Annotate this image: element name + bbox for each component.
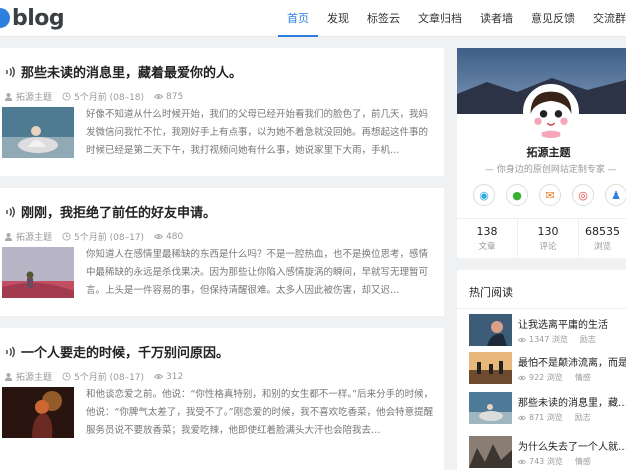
main-nav: 首页 发现 标签云 文章归档 读者墙 意见反馈 交流群 [278, 0, 626, 37]
popular-thumbnail[interactable] [469, 392, 512, 424]
profile-name[interactable]: 拓源主题 [457, 144, 626, 160]
avatar[interactable] [523, 84, 579, 140]
popular-reading-widget: 热门阅读 让我选离平庸的生活 1347 浏览 励志 最怕不是颠沛流离，而是… 92… [457, 270, 626, 470]
nav-home[interactable]: 首页 [278, 0, 318, 37]
article-excerpt: 好像不知道从什么时候开始，我们的父母已经开始看我们的脸色了，前几天，我妈发微信问… [86, 109, 429, 156]
clock-icon [62, 372, 71, 381]
nav-tag-cloud[interactable]: 标签云 [358, 0, 409, 37]
eye-icon [518, 459, 526, 464]
nav-group[interactable]: 交流群 [584, 0, 626, 37]
stat-views[interactable]: 68535 浏览 [579, 219, 626, 258]
nav-discover[interactable]: 发现 [318, 0, 358, 37]
user-icon [4, 372, 13, 381]
user-icon [4, 232, 13, 241]
article-excerpt: 你知道人在感情里最稀缺的东西是什么吗？不是一腔热血，也不是换位思考，感情中最稀缺… [86, 249, 429, 296]
clock-icon [62, 232, 71, 241]
sound-icon [6, 206, 15, 217]
eye-icon [154, 94, 164, 99]
article-thumbnail[interactable] [2, 107, 74, 158]
profile-tagline: — 你身边的原创网站定制专家 — [485, 165, 617, 175]
popular-thumbnail[interactable] [469, 352, 512, 384]
logo-mark-icon [0, 8, 10, 28]
article-title[interactable]: 那些未读的消息里，藏着最爱你的人。 [4, 62, 242, 81]
qq-icon[interactable]: ◉ [473, 184, 495, 206]
stat-comments[interactable]: 130 评论 [518, 219, 579, 258]
article-excerpt: 和他谈恋爱之前。他说：“你性格真特别，和别的女生都不一样。”后来分手的时候，他说… [86, 389, 434, 436]
eye-icon [154, 234, 164, 239]
sound-icon [6, 66, 15, 77]
site-logo[interactable]: blog [0, 5, 65, 31]
wechat-icon[interactable]: ● [506, 184, 528, 206]
nav-readers[interactable]: 读者墙 [471, 0, 522, 37]
article-thumbnail[interactable] [2, 387, 74, 438]
article-card: 一个人要走的时候，千万别问原因。 拓源主题 5个月前 (08–17) 312 和… [0, 328, 444, 470]
author-profile-card: 拓源主题 — 你身边的原创网站定制专家 — ◉ ● ✉ ◎ ♟ 138 文章 13… [457, 48, 626, 258]
clock-icon [62, 92, 71, 101]
article-title[interactable]: 刚刚，我拒绝了前任的好友申请。 [4, 202, 216, 221]
article-title[interactable]: 一个人要走的时候，千万别问原因。 [4, 342, 229, 361]
article-card: 那些未读的消息里，藏着最爱你的人。 拓源主题 5个月前 (08–18) 875 … [0, 48, 444, 176]
nav-feedback[interactable]: 意见反馈 [522, 0, 584, 37]
list-item[interactable]: 为什么失去了一个人就… 743 浏览 情感 [469, 436, 626, 470]
sound-icon [6, 346, 15, 357]
eye-icon [518, 375, 526, 380]
logo-text: blog [12, 5, 65, 31]
list-item[interactable]: 那些未读的消息里，藏… 871 浏览 励志 [469, 392, 626, 436]
popular-thumbnail[interactable] [469, 436, 512, 468]
divider [457, 308, 626, 309]
article-meta: 拓源主题 5个月前 (08–18) 875 [4, 90, 193, 103]
user-icon[interactable]: ♟ [605, 184, 626, 206]
nav-archive[interactable]: 文章归档 [409, 0, 471, 37]
weibo-icon[interactable]: ◎ [572, 184, 594, 206]
article-thumbnail[interactable] [2, 247, 74, 298]
eye-icon [154, 374, 164, 379]
article-card: 刚刚，我拒绝了前任的好友申请。 拓源主题 5个月前 (08–17) 480 你知… [0, 188, 444, 316]
article-meta: 拓源主题 5个月前 (08–17) 312 [4, 370, 193, 383]
top-header: blog 首页 发现 标签云 文章归档 读者墙 意见反馈 交流群 [0, 0, 626, 37]
list-item[interactable]: 最怕不是颠沛流离，而是… 922 浏览 情感 [469, 352, 626, 396]
eye-icon [518, 337, 526, 342]
mail-icon[interactable]: ✉ [539, 184, 561, 206]
article-meta: 拓源主题 5个月前 (08–17) 480 [4, 230, 193, 243]
stat-articles[interactable]: 138 文章 [457, 219, 518, 258]
widget-title: 热门阅读 [469, 286, 513, 299]
social-links: ◉ ● ✉ ◎ ♟ [473, 184, 626, 206]
user-icon [4, 92, 13, 101]
eye-icon [518, 415, 526, 420]
profile-stats: 138 文章 130 评论 68535 浏览 [457, 218, 626, 258]
popular-thumbnail[interactable] [469, 314, 512, 346]
